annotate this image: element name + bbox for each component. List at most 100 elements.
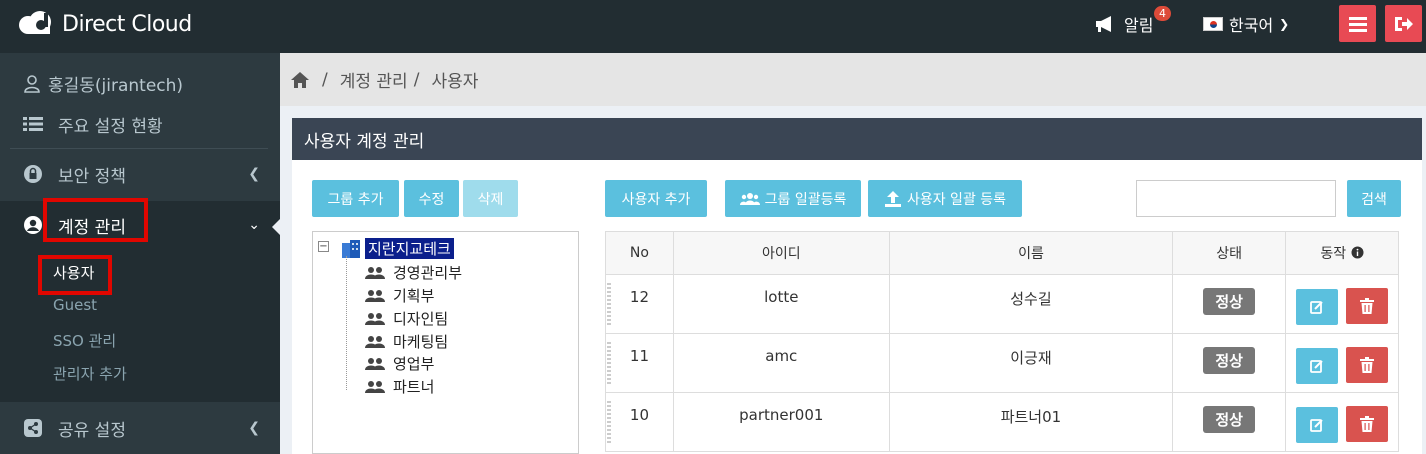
info-icon[interactable] bbox=[1351, 246, 1364, 259]
table-row[interactable]: 12 lotte 성수길 정상 bbox=[605, 274, 1399, 334]
tree-node-label: 마케팅팀 bbox=[393, 333, 449, 351]
users-icon bbox=[739, 192, 760, 205]
brand-name: Direct Cloud bbox=[62, 11, 192, 37]
trash-icon bbox=[1360, 298, 1375, 314]
lock-icon bbox=[22, 164, 44, 184]
users-table: No 아이디 이름 상태 동작 12 lotte 성수길 정상 11 amc 이… bbox=[605, 231, 1399, 452]
delete-user-button[interactable] bbox=[1346, 347, 1389, 383]
drag-handle[interactable] bbox=[607, 342, 611, 384]
submenu-item-sso[interactable]: SSO 관리 bbox=[53, 330, 116, 351]
hamburger-icon bbox=[1348, 16, 1367, 32]
chevron-down-icon: ⌄ bbox=[248, 217, 260, 233]
sidebar-item-sharing[interactable]: 공유 설정 ❮ bbox=[0, 404, 280, 452]
submenu-item-guest[interactable]: Guest bbox=[53, 296, 97, 314]
trash-icon bbox=[1360, 416, 1375, 432]
user-name: 홍길동(jirantech) bbox=[48, 76, 184, 96]
group-icon bbox=[365, 380, 385, 393]
breadcrumb-item-account[interactable]: 계정 관리 bbox=[340, 67, 408, 92]
group-icon bbox=[365, 357, 385, 370]
tree-node-label: 파트너 bbox=[393, 378, 435, 396]
edit-icon bbox=[1309, 419, 1323, 432]
table-header-row: No 아이디 이름 상태 동작 bbox=[605, 231, 1399, 275]
bulk-group-register-button[interactable]: 그룹 일괄등록 bbox=[725, 180, 861, 217]
tree-node[interactable]: 마케팅팀 bbox=[365, 331, 448, 352]
column-header-name[interactable]: 이름 bbox=[888, 231, 1174, 275]
share-icon bbox=[22, 418, 44, 438]
action-header-label: 동작 bbox=[1320, 246, 1347, 262]
notifications-badge: 4 bbox=[1154, 6, 1171, 21]
logout-button[interactable] bbox=[1385, 5, 1422, 42]
notifications-button[interactable]: 알림 4 bbox=[1094, 6, 1171, 36]
menu-button[interactable] bbox=[1339, 5, 1376, 42]
edit-user-button[interactable] bbox=[1295, 348, 1338, 384]
megaphone-icon bbox=[1096, 16, 1111, 32]
drag-handle[interactable] bbox=[607, 401, 611, 443]
column-header-no[interactable]: No bbox=[605, 231, 674, 275]
cell-name: 이긍재 bbox=[888, 333, 1174, 393]
chevron-left-icon: ❮ bbox=[248, 166, 260, 182]
sidebar-item-security[interactable]: 보안 정책 ❮ bbox=[0, 150, 280, 198]
user-icon bbox=[24, 74, 40, 93]
breadcrumb: / 계정 관리 / 사용자 bbox=[280, 53, 1426, 106]
tree-node-label: 기획부 bbox=[393, 287, 435, 305]
cell-status: 정상 bbox=[1172, 274, 1287, 334]
edit-user-button[interactable] bbox=[1295, 289, 1338, 325]
active-indicator bbox=[272, 219, 280, 235]
tree-node-label: 영업부 bbox=[393, 355, 435, 373]
tree-node[interactable]: 기획부 bbox=[365, 285, 434, 306]
bulk-user-register-button[interactable]: 사용자 일괄 등록 bbox=[868, 180, 1022, 217]
tree-connector bbox=[346, 256, 347, 390]
home-icon[interactable] bbox=[290, 71, 310, 89]
tree-node[interactable]: 영업부 bbox=[365, 353, 434, 374]
status-badge: 정상 bbox=[1203, 347, 1255, 374]
tree-node-label: 디자인팀 bbox=[393, 310, 449, 328]
group-icon bbox=[365, 289, 385, 302]
add-user-button[interactable]: 사용자 추가 bbox=[605, 180, 707, 217]
collapse-icon[interactable]: − bbox=[318, 241, 329, 252]
group-icon bbox=[365, 312, 385, 325]
highlight-box-account bbox=[43, 198, 148, 242]
cell-status: 정상 bbox=[1172, 333, 1287, 393]
sidebar-item-dashboard[interactable]: 주요 설정 현황 bbox=[0, 100, 280, 148]
edit-group-button[interactable]: 수정 bbox=[404, 180, 459, 217]
edit-icon bbox=[1309, 301, 1323, 314]
sidebar: 홍길동(jirantech) 주요 설정 현황 보안 정책 ❮ 계정 관리 ⌄ … bbox=[0, 53, 280, 454]
delete-user-button[interactable] bbox=[1346, 406, 1389, 442]
table-row[interactable]: 10 partner001 파트너01 정상 bbox=[605, 392, 1399, 452]
table-row[interactable]: 11 amc 이긍재 정상 bbox=[605, 333, 1399, 393]
search-input[interactable] bbox=[1136, 180, 1336, 217]
cell-id: amc bbox=[672, 333, 890, 393]
building-icon bbox=[342, 239, 360, 258]
edit-user-button[interactable] bbox=[1295, 407, 1338, 443]
sidebar-item-label: 공유 설정 bbox=[58, 420, 126, 441]
language-selector[interactable]: 한국어 ❯ bbox=[1203, 12, 1289, 36]
cell-actions bbox=[1285, 274, 1399, 334]
add-group-button[interactable]: 그룹 추가 bbox=[312, 180, 399, 217]
logo[interactable]: Direct Cloud bbox=[18, 9, 192, 39]
chevron-down-icon: ❯ bbox=[1279, 17, 1290, 31]
status-badge: 정상 bbox=[1203, 288, 1255, 315]
tree-node[interactable]: 경영관리부 bbox=[365, 262, 462, 283]
notifications-label: 알림 bbox=[1124, 16, 1154, 35]
column-header-status[interactable]: 상태 bbox=[1172, 231, 1287, 275]
sidebar-divider bbox=[10, 148, 268, 149]
tree-node[interactable]: 디자인팀 bbox=[365, 308, 448, 329]
sidebar-item-label: 보안 정책 bbox=[58, 166, 126, 187]
bulk-group-label: 그룹 일괄등록 bbox=[764, 191, 847, 208]
trash-icon bbox=[1360, 357, 1375, 373]
delete-group-button[interactable]: 삭제 bbox=[463, 180, 518, 217]
cell-no: 10 bbox=[605, 392, 674, 452]
tree-root[interactable]: − 지란지교테크 bbox=[318, 238, 454, 259]
search-button[interactable]: 검색 bbox=[1347, 180, 1401, 217]
tree-node[interactable]: 파트너 bbox=[365, 376, 434, 397]
panel-title: 사용자 계정 관리 bbox=[292, 118, 1422, 160]
drag-handle[interactable] bbox=[607, 283, 611, 325]
submenu-item-add-admin[interactable]: 관리자 추가 bbox=[53, 363, 127, 384]
current-user[interactable]: 홍길동(jirantech) bbox=[24, 71, 183, 96]
list-icon bbox=[22, 116, 44, 132]
cell-no: 11 bbox=[605, 333, 674, 393]
delete-user-button[interactable] bbox=[1346, 288, 1389, 324]
column-header-id[interactable]: 아이디 bbox=[672, 231, 890, 275]
directcloud-logo-icon bbox=[18, 9, 56, 39]
user-circle-icon bbox=[22, 215, 44, 235]
